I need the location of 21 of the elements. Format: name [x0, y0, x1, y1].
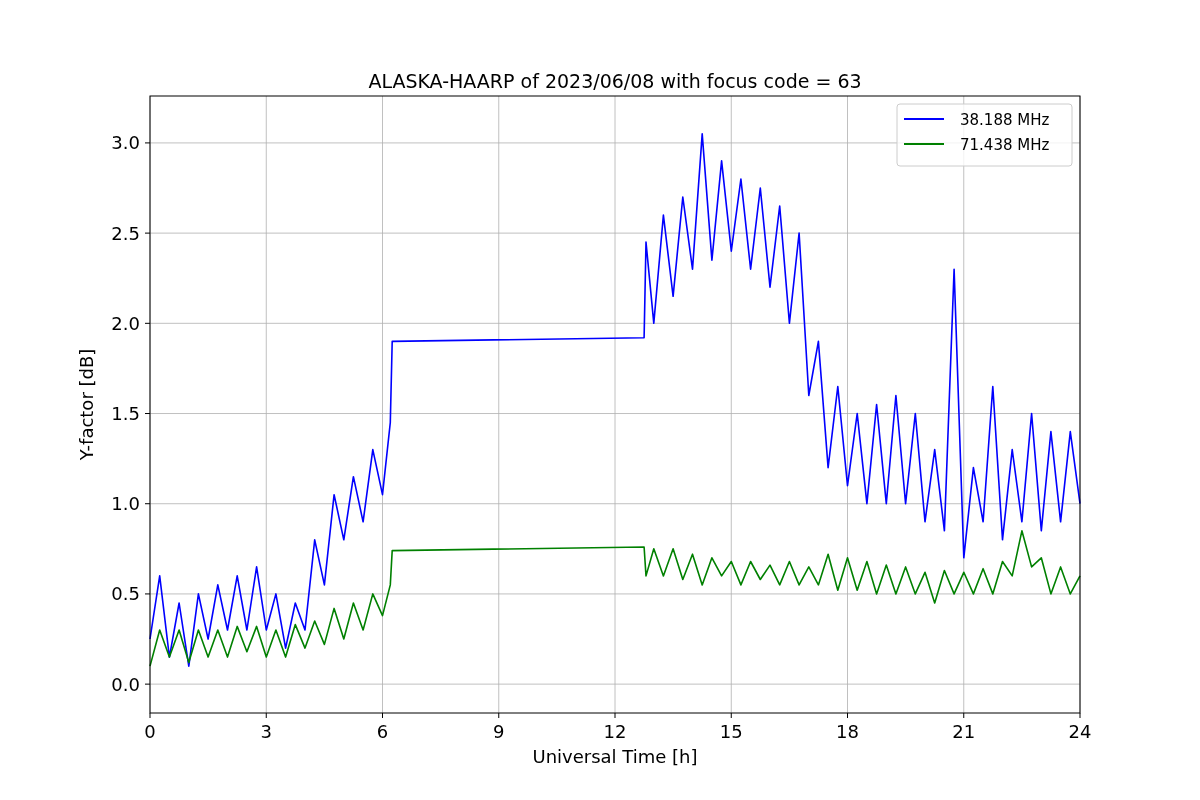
tick-label: 3.0	[111, 132, 140, 154]
tick-label: 12	[603, 721, 627, 742]
tick-label: 3	[260, 721, 272, 742]
tick-label: 0	[144, 721, 156, 742]
tick-label: 9	[493, 721, 505, 742]
tick-label: 21	[952, 721, 976, 742]
tick-label: 1.0	[111, 493, 140, 515]
y-axis-label: Y-factor [dB]	[76, 348, 97, 461]
chart-title: ALASKA-HAARP of 2023/06/08 with focus code = 63	[368, 70, 862, 92]
tick-label: 0.0	[111, 673, 140, 695]
tick-label: 0.5	[111, 583, 140, 605]
legend-label: 71.438 MHz	[960, 136, 1050, 154]
tick-label: 15	[719, 721, 743, 742]
legend-label: 38.188 MHz	[960, 111, 1050, 129]
tick-label: 2.0	[111, 312, 140, 334]
tick-label: 6	[376, 721, 389, 742]
x-axis-label: Universal Time [h]	[532, 746, 698, 767]
tick-label: 1.5	[111, 403, 140, 424]
tick-label: 24	[1068, 721, 1092, 742]
tick-label: 2.5	[111, 222, 140, 244]
tick-label: 18	[836, 721, 859, 742]
